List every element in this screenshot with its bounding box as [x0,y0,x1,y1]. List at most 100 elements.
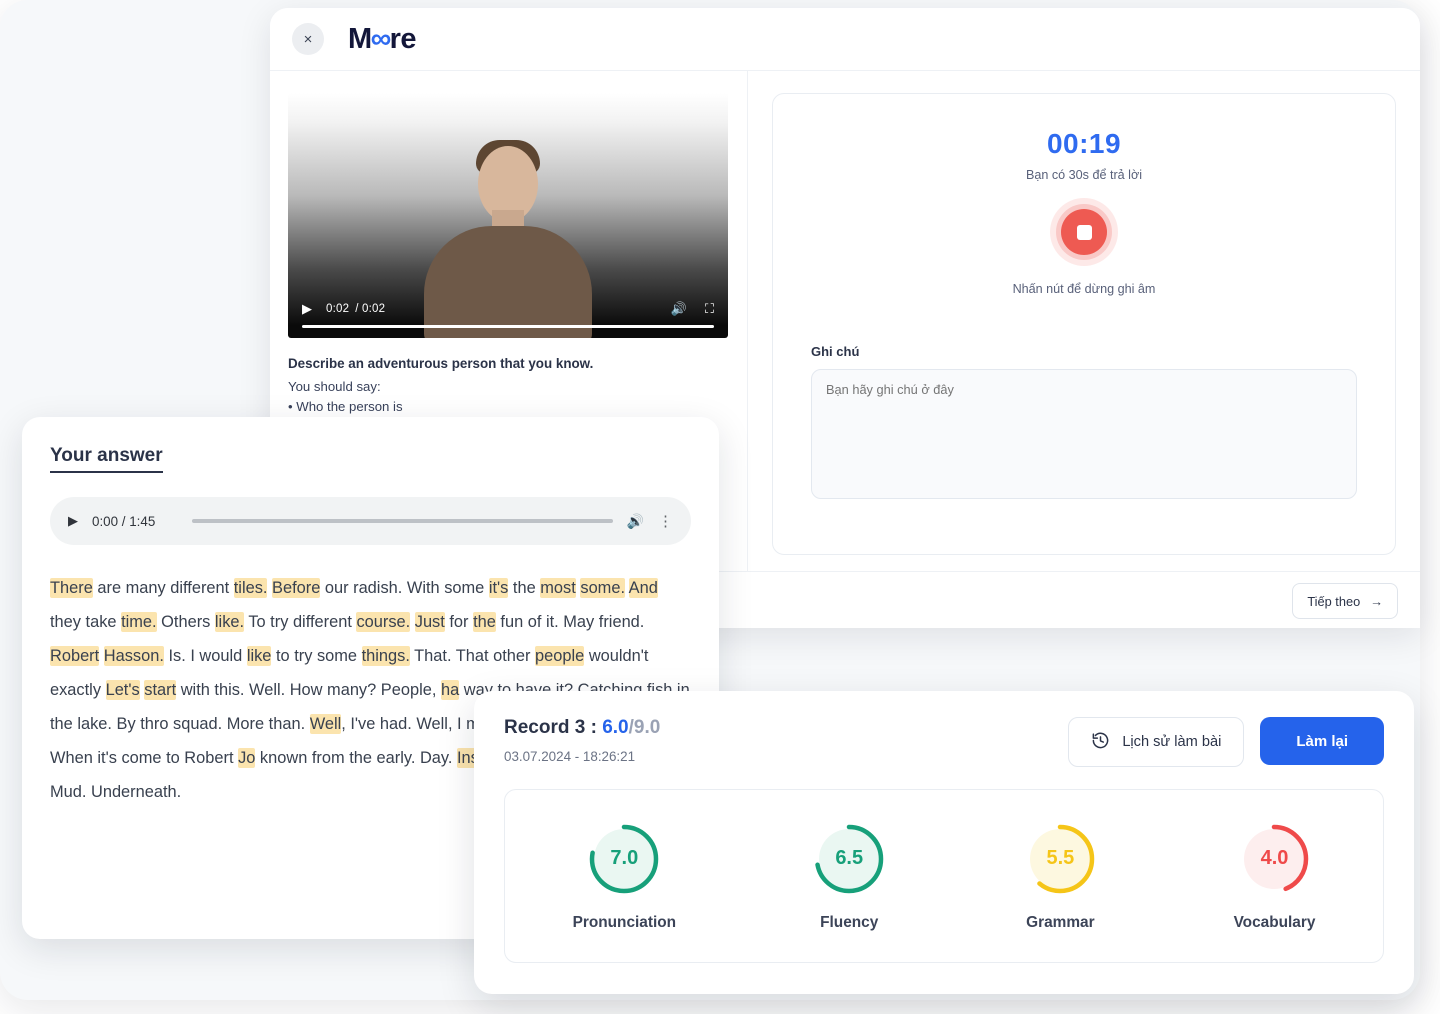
transcript-text: our radish. With some [320,579,489,597]
record-halo-inner [1056,204,1112,260]
transcript-highlight: Let's [106,680,140,700]
transcript-highlight: like. [215,612,244,632]
record-max: /9.0 [629,717,661,738]
question-video-player[interactable]: ▶ 0:02 / 0:02 🔊 ⛶ [288,93,728,338]
transcript-highlight: like [247,646,272,666]
video-current-time: 0:02 [326,303,349,315]
record-button-wrap [811,198,1357,266]
score-item: 6.5 Fluency [811,821,887,932]
brand-suffix: re [390,23,416,56]
score-label: Pronunciation [573,914,676,932]
answer-title: Your answer [50,445,163,473]
fullscreen-icon[interactable]: ⛶ [705,301,714,317]
score-ring: 6.5 [811,821,887,897]
score-card: Record 3 : 6.0/9.0 03.07.2024 - 18:26:21… [474,691,1414,994]
score-value: 6.5 [811,821,887,897]
video-duration: / 0:02 [355,303,385,315]
transcript-highlight: And [629,578,658,598]
prompt-lead: You should say: [288,377,729,397]
history-icon [1091,731,1110,754]
transcript-highlight: people [535,646,584,666]
transcript-highlight: Hasson. [104,646,164,666]
score-value: 5.5 [1022,821,1098,897]
audio-volume-icon[interactable]: 🔊 [627,513,644,530]
history-button[interactable]: Lịch sử làm bài [1068,717,1244,767]
app-window: × M∞re ▶ 0:02 / 0:02 [0,0,1420,1000]
record-core [1061,209,1107,255]
record-value: 6.0 [602,717,628,738]
recording-timer: 00:19 [811,128,1357,160]
score-actions: Lịch sử làm bài Làm lại [1068,717,1384,767]
audio-time: 0:00 / 1:45 [92,514,178,529]
transcript-text: for [445,613,473,631]
transcript-highlight: ha [441,680,459,700]
transcript-highlight: Just [415,612,445,632]
transcript-text: Others [157,613,215,631]
transcript-highlight: some. [580,578,625,598]
transcript-highlight: it's [489,578,509,598]
video-controls: ▶ 0:02 / 0:02 🔊 ⛶ [288,280,728,338]
arrow-right-icon: → [1370,594,1383,609]
transcript-highlight: course. [356,612,410,632]
transcript-highlight: tiles. [234,578,268,598]
brand-prefix: M [348,23,372,56]
transcript-text: squad. More than. [168,715,309,733]
transcript-text: Is. I would [164,647,247,665]
brand-logo: M∞re [348,23,416,56]
score-item: 4.0 Vocabulary [1234,821,1316,932]
score-summary: Record 3 : 6.0/9.0 03.07.2024 - 18:26:21 [504,717,660,764]
audio-play-icon[interactable]: ▶ [68,513,78,529]
next-button-label: Tiếp theo [1307,594,1360,609]
transcript-text: they take [50,613,121,631]
transcript-highlight: Robert [50,646,99,666]
score-item: 5.5Grammar [1022,821,1098,932]
prompt-bullet-1: • Who the person is [288,397,729,417]
score-metrics-panel: 7.0 Pronunciation 6.5 Fluency 5.5Grammar 4.0 V… [504,789,1384,963]
transcript-text: That. That other [410,647,535,665]
close-icon[interactable]: × [292,23,324,55]
record-hint: Nhấn nút để dừng ghi âm [811,282,1357,296]
retry-button[interactable]: Làm lại [1260,717,1384,765]
transcript-text: are many different [93,579,234,597]
score-value: 4.0 [1236,821,1312,897]
record-label: Record 3 : [504,717,602,738]
audio-more-options-icon[interactable]: ⋮ [658,512,673,530]
transcript-highlight: Jo [238,748,255,768]
answer-audio-player[interactable]: ▶ 0:00 / 1:45 🔊 ⋮ [50,497,691,545]
transcript-text: the [508,579,540,597]
transcript-text: to try some [271,647,361,665]
transcript-highlight: things. [362,646,410,666]
transcript-text: To try different [244,613,356,631]
audio-progress-track[interactable] [192,519,613,523]
notes-input[interactable] [811,369,1357,499]
record-date: 03.07.2024 - 18:26:21 [504,749,660,764]
video-play-icon[interactable]: ▶ [302,301,312,317]
history-button-label: Lịch sử làm bài [1122,734,1221,750]
score-item: 7.0 Pronunciation [573,821,676,932]
next-button[interactable]: Tiếp theo → [1292,583,1398,619]
transcript-text: known from the early. Day. [255,749,457,767]
record-line: Record 3 : 6.0/9.0 [504,717,660,739]
recorder-pane: 00:19 Bạn có 30s để trả lời Nhấn nút để … [748,71,1420,571]
transcript-highlight: most [540,578,576,598]
transcript-highlight: Before [272,578,320,598]
transcript-text: with this. Well. How many? People, [176,681,441,699]
score-header: Record 3 : 6.0/9.0 03.07.2024 - 18:26:21… [504,717,1384,767]
notes-label: Ghi chú [811,344,1357,359]
modal-header: × M∞re [270,8,1420,71]
score-ring: 7.0 [586,821,662,897]
score-label: Fluency [820,914,878,932]
recording-timer-hint: Bạn có 30s để trả lời [811,168,1357,182]
transcript-highlight: start [144,680,176,700]
transcript-text: fun of it. May friend. [496,613,645,631]
infinity-icon: ∞ [371,23,391,56]
score-ring: 5.5 [1022,821,1098,897]
transcript-highlight: time. [121,612,157,632]
recorder-card: 00:19 Bạn có 30s để trả lời Nhấn nút để … [772,93,1396,555]
score-value: 7.0 [586,821,662,897]
stop-record-button[interactable] [1050,198,1118,266]
score-label: Vocabulary [1234,914,1316,932]
volume-icon[interactable]: 🔊 [671,301,687,317]
prompt-title: Describe an adventurous person that you … [288,354,729,375]
video-progress-bar[interactable] [302,325,714,328]
